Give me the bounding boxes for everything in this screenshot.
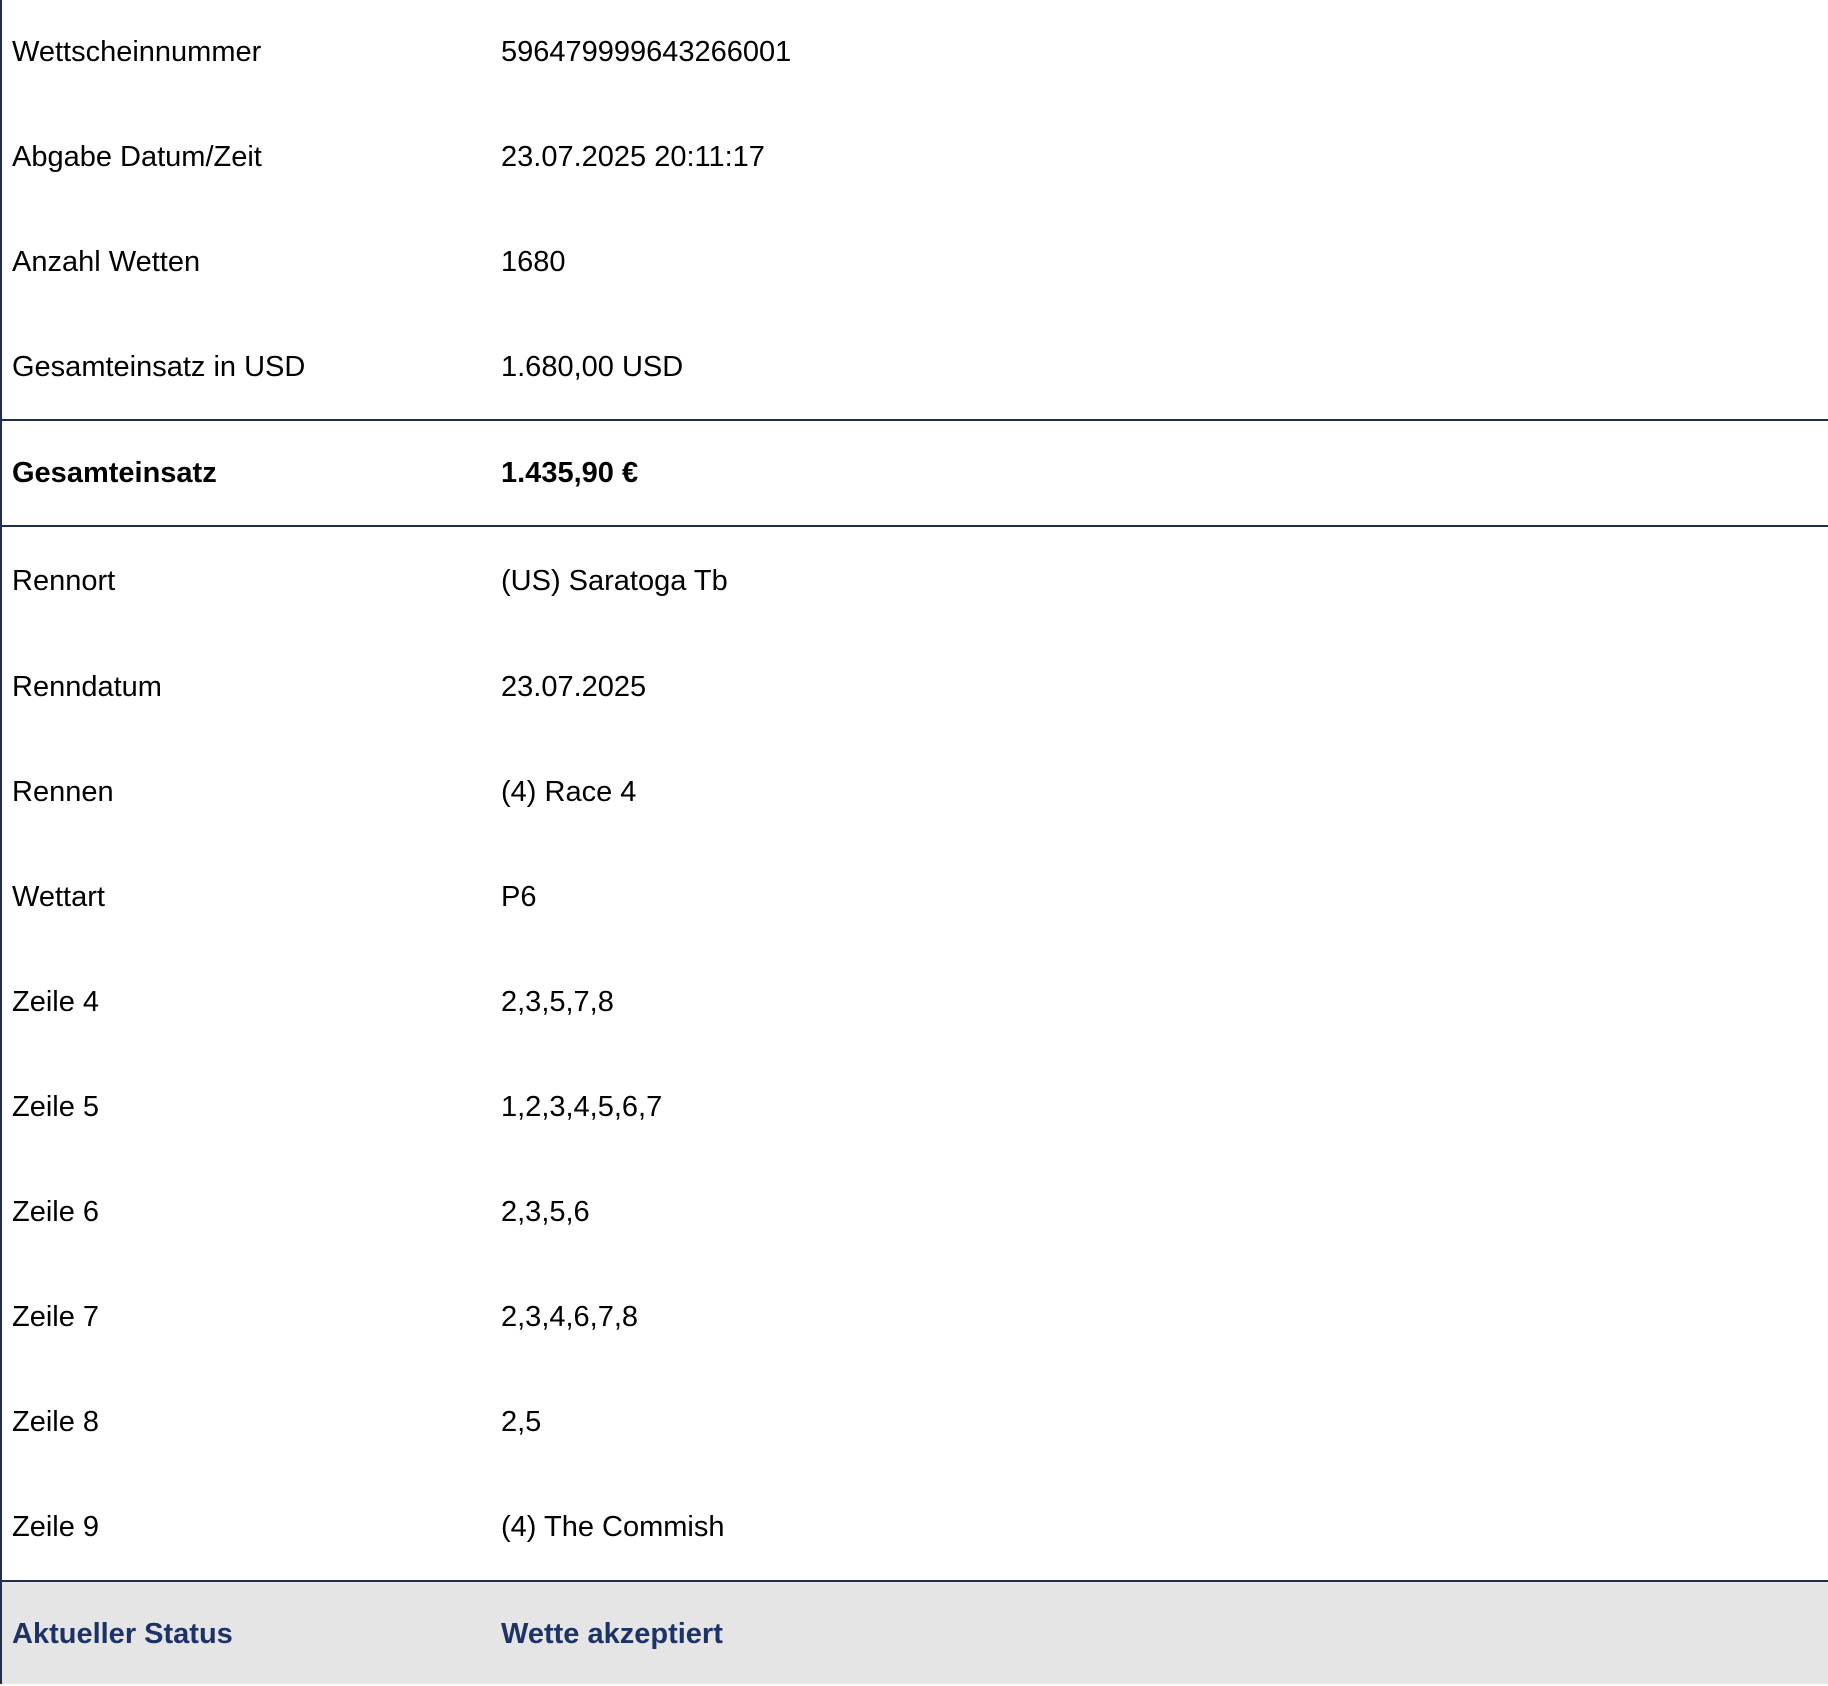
detail-value: 2,3,4,6,7,8	[501, 1301, 639, 1333]
detail-label: Zeile 5	[12, 1091, 100, 1123]
detail-row-leg-7: Zeile 7 2,3,4,6,7,8	[2, 1265, 1828, 1370]
detail-label: Zeile 6	[12, 1196, 100, 1228]
detail-row-bet-type: Wettart P6	[2, 845, 1828, 950]
detail-row-race: Rennen (4) Race 4	[2, 740, 1828, 845]
detail-row-bet-count: Anzahl Wetten 1680	[2, 210, 1828, 315]
detail-row-leg-6: Zeile 6 2,3,5,6	[2, 1160, 1828, 1265]
detail-value: 1,2,3,4,5,6,7	[501, 1091, 663, 1123]
race-info-section: Rennort (US) Saratoga Tb Renndatum 23.07…	[2, 527, 1828, 1580]
detail-row-leg-4: Zeile 4 2,3,5,7,8	[2, 950, 1828, 1055]
detail-value: 596479999643266001	[501, 36, 792, 68]
detail-row-race-venue: Rennort (US) Saratoga Tb	[2, 527, 1828, 635]
detail-label: Abgabe Datum/Zeit	[12, 141, 262, 173]
total-stake-value: 1.435,90 €	[501, 456, 639, 489]
detail-value: 2,3,5,7,8	[501, 986, 614, 1018]
detail-label: Renndatum	[12, 671, 162, 703]
detail-label: Zeile 7	[12, 1301, 100, 1333]
detail-value: (4) The Commish	[501, 1511, 725, 1543]
detail-label: Zeile 8	[12, 1406, 100, 1438]
detail-label: Wettart	[12, 881, 105, 913]
status-label: Aktueller Status	[12, 1617, 233, 1650]
detail-label: Zeile 4	[12, 986, 100, 1018]
detail-value: 1680	[501, 246, 566, 278]
detail-label: Rennort	[12, 564, 116, 597]
status-section: Aktueller Status Wette akzeptiert	[2, 1582, 1828, 1684]
ticket-info-section: Wettscheinnummer 596479999643266001 Abga…	[2, 0, 1828, 419]
detail-label: Wettscheinnummer	[12, 36, 262, 68]
detail-row-total-stake-usd: Gesamteinsatz in USD 1.680,00 USD	[2, 315, 1828, 420]
detail-row-race-date: Renndatum 23.07.2025	[2, 635, 1828, 740]
total-stake-label: Gesamteinsatz	[12, 456, 217, 489]
detail-value: 23.07.2025	[501, 671, 647, 703]
detail-label: Anzahl Wetten	[12, 246, 201, 278]
detail-row-ticket-number: Wettscheinnummer 596479999643266001	[2, 0, 1828, 105]
detail-row-leg-9: Zeile 9 (4) The Commish	[2, 1475, 1828, 1580]
bet-ticket-details: Wettscheinnummer 596479999643266001 Abga…	[0, 0, 1828, 1684]
detail-row-total-stake: Gesamteinsatz 1.435,90 €	[2, 421, 1828, 525]
detail-label: Gesamteinsatz in USD	[12, 351, 306, 383]
detail-value: 23.07.2025 20:11:17	[501, 141, 765, 173]
detail-value: (4) Race 4	[501, 776, 637, 808]
detail-value: (US) Saratoga Tb	[501, 564, 728, 597]
detail-label: Zeile 9	[12, 1511, 100, 1543]
total-stake-section: Gesamteinsatz 1.435,90 €	[2, 421, 1828, 525]
detail-row-leg-8: Zeile 8 2,5	[2, 1370, 1828, 1475]
detail-value: P6	[501, 881, 537, 913]
status-badge: Wette akzeptiert	[501, 1617, 723, 1650]
detail-row-current-status: Aktueller Status Wette akzeptiert	[2, 1582, 1828, 1686]
detail-row-submission-datetime: Abgabe Datum/Zeit 23.07.2025 20:11:17	[2, 105, 1828, 210]
detail-label: Rennen	[12, 776, 114, 808]
detail-value: 2,5	[501, 1406, 542, 1438]
detail-row-leg-5: Zeile 5 1,2,3,4,5,6,7	[2, 1055, 1828, 1160]
detail-value: 2,3,5,6	[501, 1196, 590, 1228]
detail-value: 1.680,00 USD	[501, 351, 684, 383]
